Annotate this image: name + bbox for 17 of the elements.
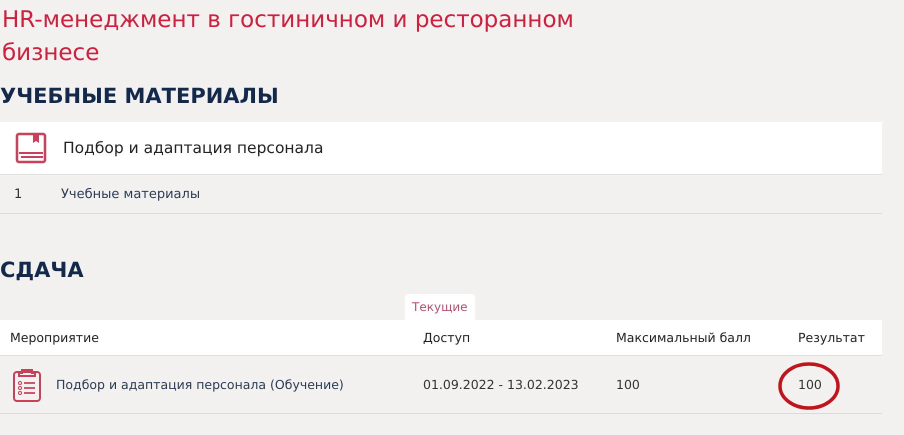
- table-cell-text: 100: [615, 377, 641, 392]
- clipboard-icon: [12, 366, 42, 402]
- book-icon: [15, 132, 47, 164]
- current-tab[interactable]: Текущие: [405, 294, 475, 320]
- column-header: Результат: [797, 330, 866, 345]
- table-cell-text: 01.09.2022 - 13.02.2023: [422, 377, 580, 392]
- event-link[interactable]: Подбор и адаптация персонала (Обучение): [56, 377, 344, 392]
- materials-link[interactable]: Учебные материалы: [61, 186, 200, 202]
- module-title: Подбор и адаптация персонала: [63, 139, 324, 157]
- column-header: Мероприятие: [9, 330, 100, 345]
- item-number: 1: [13, 186, 24, 202]
- column-header: Доступ: [422, 330, 472, 345]
- course-title: HR-менеджмент в гостиничном и ресторанном бизнесе: [2, 6, 575, 68]
- table-cell: 100: [788, 377, 882, 392]
- column-header: Максимальный балл: [615, 330, 752, 345]
- section-heading: СДАЧА: [0, 257, 85, 284]
- section-heading: УЧЕБНЫЕ МАТЕРИАЛЫ: [0, 83, 280, 110]
